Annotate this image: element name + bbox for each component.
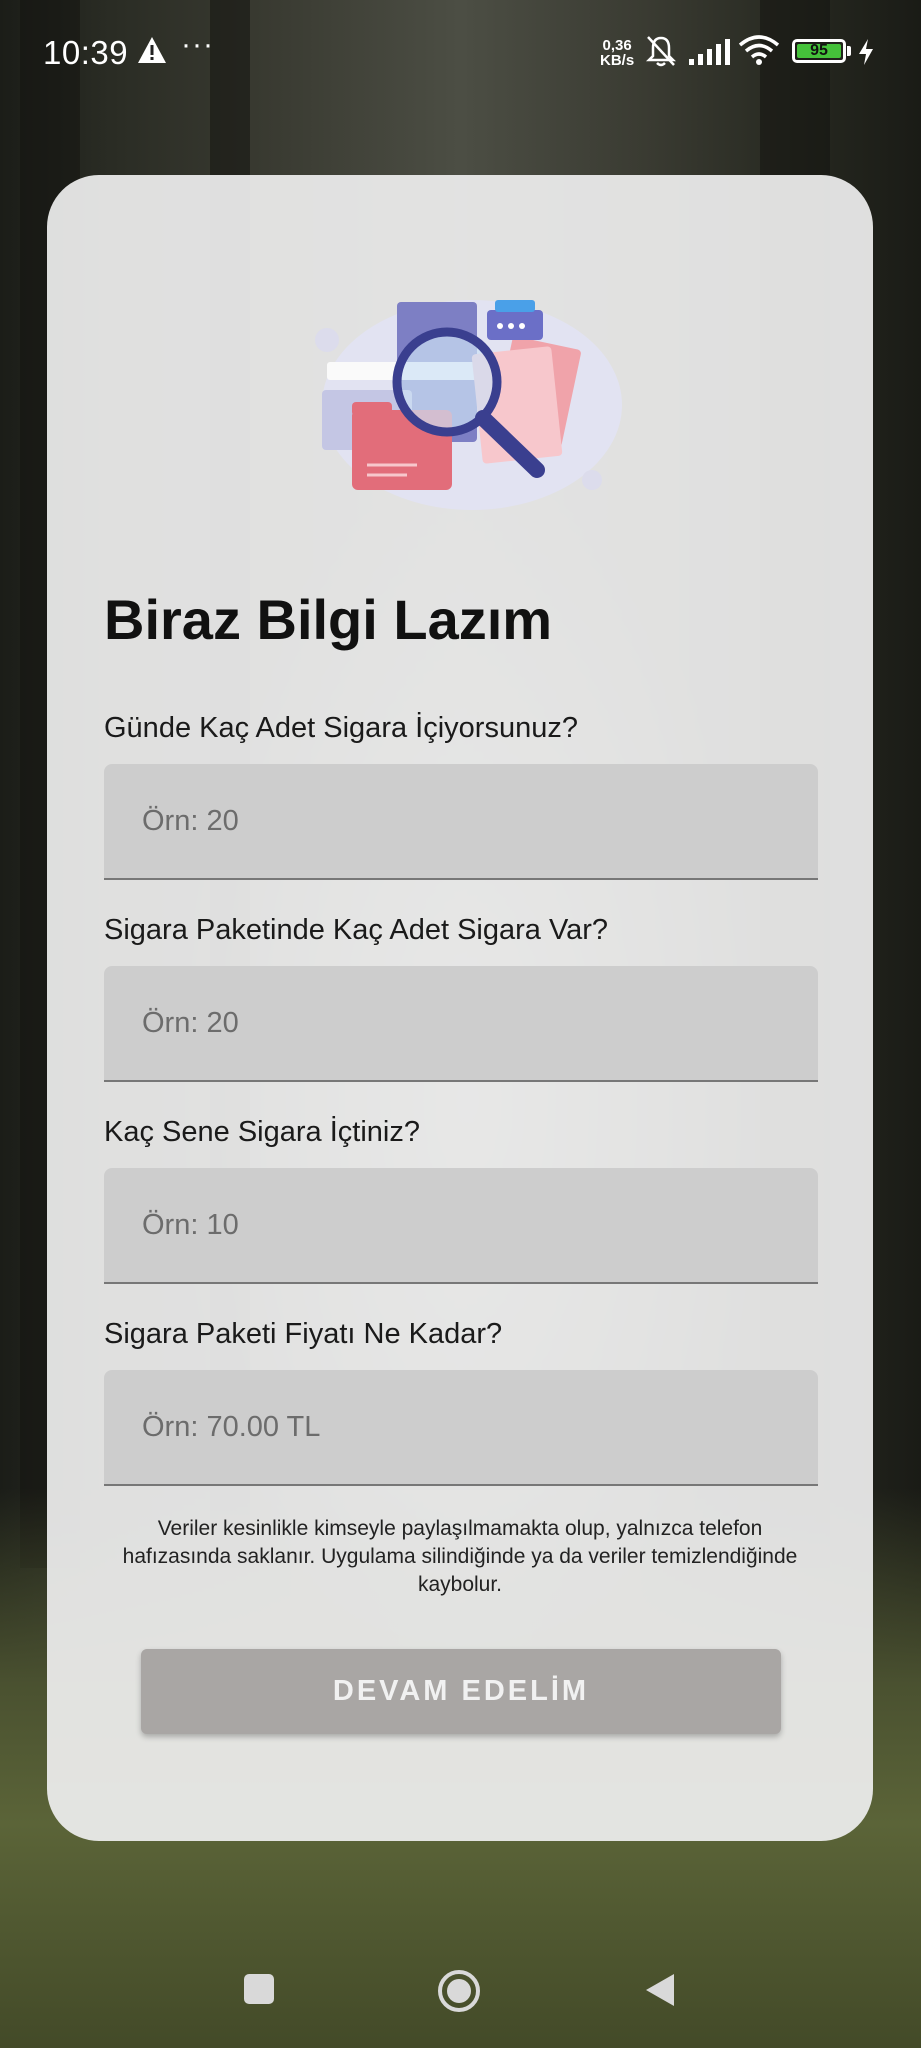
status-bar: 10:39 ··· 0,36 KB/s 95	[0, 0, 921, 105]
search-documents-illustration	[315, 300, 622, 510]
signal-icon	[689, 39, 730, 65]
smoking-years-input[interactable]	[104, 1168, 818, 1282]
daily-cigarettes-label: Günde Kaç Adet Sigara İçiyorsunuz?	[104, 712, 578, 744]
mute-bell-icon	[645, 36, 677, 67]
smoking-years-field[interactable]	[104, 1168, 818, 1284]
info-form-card: Biraz Bilgi Lazım Günde Kaç Adet Sigara …	[47, 175, 873, 1841]
wifi-icon	[738, 35, 780, 65]
daily-cigarettes-input[interactable]	[104, 764, 818, 878]
smoking-years-label: Kaç Sene Sigara İçtiniz?	[104, 1116, 420, 1148]
network-speed: 0,36 KB/s	[600, 38, 634, 68]
recents-square-icon[interactable]	[243, 1973, 275, 2005]
pack-price-label: Sigara Paketi Fiyatı Ne Kadar?	[104, 1318, 503, 1350]
home-circle-icon[interactable]	[436, 1968, 482, 2014]
pack-price-input[interactable]	[104, 1370, 818, 1484]
clock: 10:39	[43, 34, 129, 71]
pack-size-label: Sigara Paketinde Kaç Adet Sigara Var?	[104, 914, 609, 946]
charging-bolt-icon	[859, 39, 873, 65]
daily-cigarettes-field[interactable]	[104, 764, 818, 880]
network-speed-unit: KB/s	[600, 52, 635, 69]
pack-size-input[interactable]	[104, 966, 818, 1080]
battery-icon: 95	[792, 39, 846, 63]
overflow-indicator: ···	[181, 28, 214, 61]
navigation-bar	[0, 1940, 921, 2048]
warning-icon	[138, 37, 166, 63]
battery-level: 95	[810, 42, 828, 59]
back-triangle-icon[interactable]	[644, 1972, 676, 2008]
continue-button[interactable]: DEVAM EDELİM	[141, 1649, 781, 1734]
pack-size-field[interactable]	[104, 966, 818, 1082]
privacy-disclaimer: Veriler kesinlikle kimseyle paylaşılmama…	[122, 1517, 798, 1596]
page-title: Biraz Bilgi Lazım	[104, 588, 553, 651]
pack-price-field[interactable]	[104, 1370, 818, 1486]
battery-cap	[847, 46, 851, 56]
network-speed-value: 0,36	[602, 37, 632, 54]
